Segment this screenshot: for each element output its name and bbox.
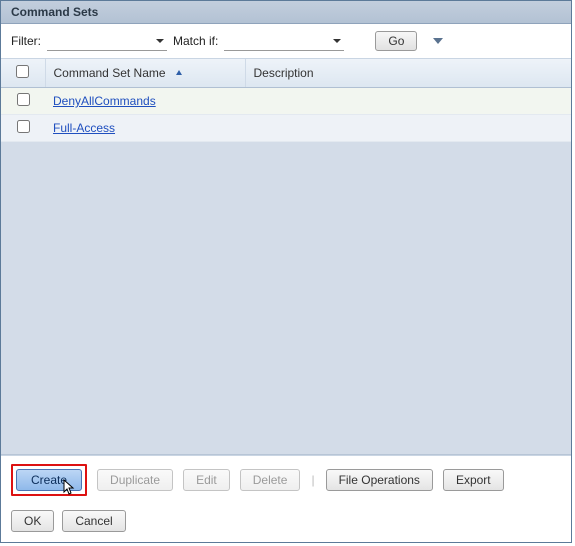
panel-title: Command Sets	[1, 1, 571, 24]
table-row[interactable]: Full-Access	[1, 115, 571, 142]
expand-filter-icon[interactable]	[431, 34, 445, 48]
column-header-name[interactable]: Command Set Name	[45, 59, 245, 88]
panel-title-text: Command Sets	[11, 5, 98, 19]
export-button[interactable]: Export	[443, 469, 504, 491]
footer-bar: OK Cancel	[1, 504, 571, 542]
filter-input[interactable]	[47, 32, 167, 50]
column-header-description-label: Description	[254, 66, 314, 80]
command-sets-panel: Command Sets Filter: Match if: Go	[0, 0, 572, 543]
delete-button[interactable]: Delete	[240, 469, 301, 491]
divider: |	[310, 473, 315, 487]
create-highlight: Create	[11, 464, 87, 496]
cancel-button[interactable]: Cancel	[62, 510, 125, 532]
command-sets-table: Command Set Name Description DenyAllComm…	[1, 59, 571, 142]
go-button[interactable]: Go	[375, 31, 417, 51]
filter-combo[interactable]	[47, 31, 167, 51]
row-checkbox[interactable]	[17, 93, 30, 106]
filter-label: Filter:	[11, 34, 41, 48]
command-set-link[interactable]: Full-Access	[53, 121, 115, 135]
sort-asc-icon	[175, 66, 183, 80]
row-checkbox[interactable]	[17, 120, 30, 133]
select-all-header[interactable]	[1, 59, 45, 88]
command-sets-table-wrap: Command Set Name Description DenyAllComm…	[1, 59, 571, 455]
column-header-description[interactable]: Description	[245, 59, 571, 88]
create-button[interactable]: Create	[16, 469, 82, 491]
duplicate-button[interactable]: Duplicate	[97, 469, 173, 491]
table-row[interactable]: DenyAllCommands	[1, 88, 571, 115]
match-if-label: Match if:	[173, 34, 218, 48]
row-description	[245, 88, 571, 115]
command-set-link[interactable]: DenyAllCommands	[53, 94, 156, 108]
select-all-checkbox[interactable]	[16, 65, 29, 78]
ok-button[interactable]: OK	[11, 510, 54, 532]
filter-bar: Filter: Match if: Go	[1, 24, 571, 59]
edit-button[interactable]: Edit	[183, 469, 230, 491]
row-description	[245, 115, 571, 142]
file-operations-button[interactable]: File Operations	[326, 469, 433, 491]
table-header-row: Command Set Name Description	[1, 59, 571, 88]
column-header-name-label: Command Set Name	[54, 66, 166, 80]
match-if-input[interactable]	[224, 32, 344, 50]
action-bar: Create Duplicate Edit Delete | File Oper…	[1, 455, 571, 504]
match-if-combo[interactable]	[224, 31, 344, 51]
